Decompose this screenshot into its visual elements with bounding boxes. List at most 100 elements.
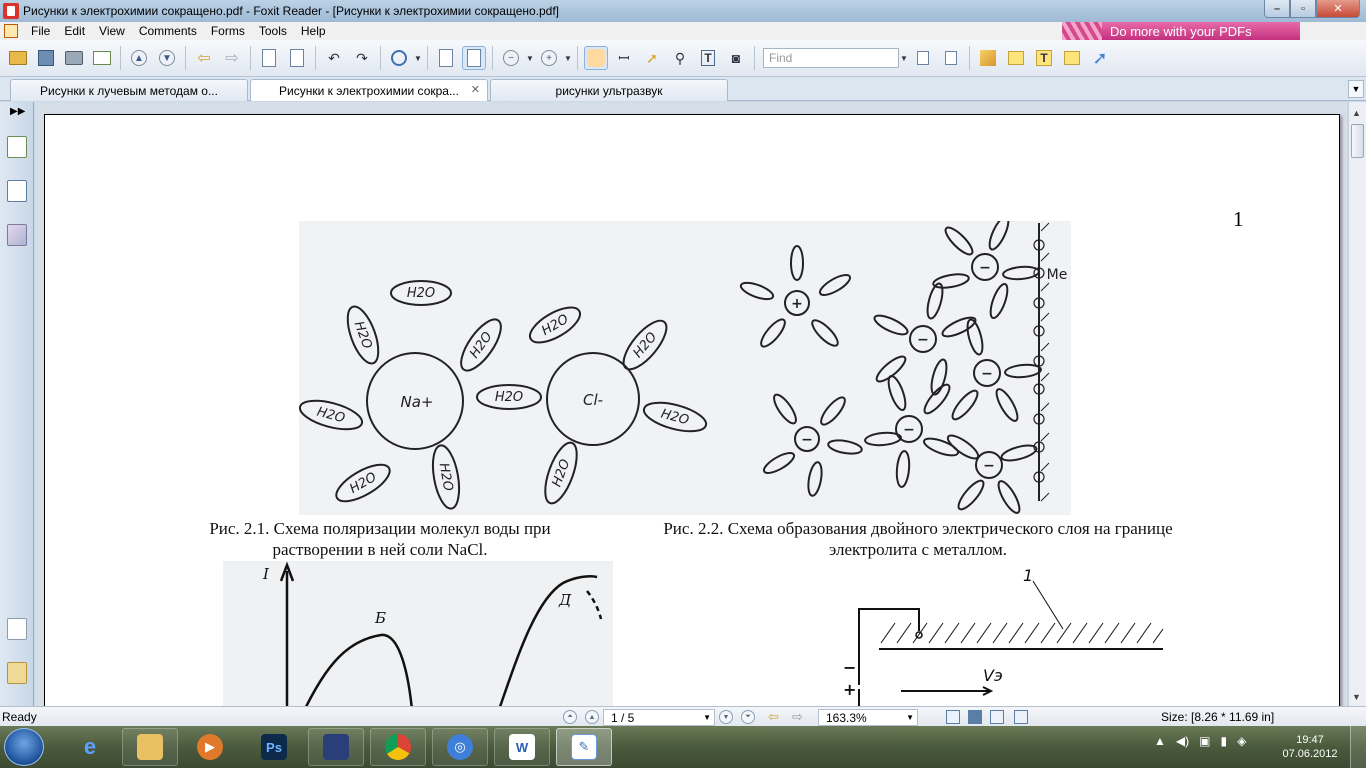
foxit-reader-icon[interactable]: ✎ bbox=[556, 728, 612, 766]
facing-layout-icon[interactable] bbox=[990, 710, 1004, 724]
snapshot-icon[interactable]: ◙ bbox=[724, 46, 748, 70]
fit-width-icon[interactable] bbox=[462, 46, 486, 70]
layers-icon[interactable] bbox=[7, 224, 27, 246]
tab-close-icon[interactable]: ✕ bbox=[471, 83, 480, 96]
forward-icon[interactable]: ⇨ bbox=[220, 46, 244, 70]
scroll-up-icon[interactable]: ▲ bbox=[1352, 108, 1361, 118]
next-view-icon[interactable]: ⇨ bbox=[792, 709, 803, 725]
pages-icon[interactable] bbox=[7, 180, 27, 202]
promo-banner[interactable]: Do more with your PDFs bbox=[1062, 22, 1300, 40]
menu-help[interactable]: Help bbox=[294, 24, 333, 38]
photoshop-label: Ps bbox=[261, 734, 287, 760]
component-number-label: 1 bbox=[1023, 566, 1033, 585]
zoom-dropdown-icon[interactable]: ▼ bbox=[413, 46, 423, 70]
scroll-down-icon[interactable]: ▼ bbox=[1352, 692, 1361, 702]
tab-ultrasound[interactable]: рисунки ультразвук bbox=[490, 79, 728, 101]
print-icon[interactable] bbox=[62, 46, 86, 70]
document-view[interactable]: 1 H2O H2O H2O H2O H2O H2O H2O H2O H2O H2… bbox=[35, 102, 1347, 706]
continuous-layout-icon[interactable] bbox=[968, 710, 982, 724]
start-button[interactable] bbox=[4, 728, 44, 766]
insert-page-icon[interactable] bbox=[285, 46, 309, 70]
save-icon[interactable] bbox=[34, 46, 58, 70]
arrow-tool-icon[interactable]: ➚ bbox=[1088, 46, 1112, 70]
back-icon[interactable]: ⇦ bbox=[192, 46, 216, 70]
menu-forms[interactable]: Forms bbox=[204, 24, 252, 38]
anion-sign: − bbox=[903, 422, 915, 438]
find-input[interactable]: Find bbox=[763, 48, 899, 68]
expand-panel-icon[interactable]: ▶▶ bbox=[10, 106, 25, 117]
select-annotation-icon[interactable]: ➚ bbox=[640, 46, 664, 70]
zoom-level-input[interactable]: 163.3% ▼ bbox=[818, 709, 918, 726]
minimize-button[interactable]: – bbox=[1264, 0, 1290, 18]
next-page-status-icon[interactable]: ▼ bbox=[719, 710, 733, 724]
volume-icon[interactable]: ◀) bbox=[1176, 734, 1189, 748]
photoshop-icon[interactable]: Ps bbox=[246, 728, 302, 766]
tab-ray-methods[interactable]: Рисунки к лучевым методам о... bbox=[10, 79, 248, 101]
next-page-icon[interactable]: ▼ bbox=[155, 46, 179, 70]
file-explorer-icon[interactable] bbox=[122, 728, 178, 766]
first-page-icon[interactable]: ⏶ bbox=[563, 710, 577, 724]
redo-icon[interactable]: ↷ bbox=[350, 46, 374, 70]
previous-page-icon[interactable]: ▲ bbox=[127, 46, 151, 70]
find-next-icon[interactable] bbox=[939, 46, 963, 70]
power-icon[interactable]: ▮ bbox=[1220, 734, 1227, 748]
close-button[interactable]: ✕ bbox=[1316, 0, 1360, 18]
menu-edit[interactable]: Edit bbox=[57, 24, 92, 38]
zoom-in-icon[interactable] bbox=[387, 46, 411, 70]
zoom-dropdown-icon[interactable]: ▼ bbox=[906, 713, 914, 722]
network-app-icon[interactable]: ◎ bbox=[432, 728, 488, 766]
attachments-icon[interactable] bbox=[7, 662, 27, 684]
open-icon[interactable] bbox=[6, 46, 30, 70]
internet-explorer-icon[interactable]: e bbox=[62, 728, 118, 766]
vertical-scrollbar[interactable]: ▲ ▼ bbox=[1348, 102, 1366, 706]
show-desktop-button[interactable] bbox=[1350, 726, 1366, 768]
menu-file[interactable]: File bbox=[24, 24, 57, 38]
media-player-icon[interactable]: ▶ bbox=[182, 728, 238, 766]
zoom-plus-icon[interactable]: + bbox=[537, 46, 561, 70]
find-icon[interactable]: ⚲ bbox=[668, 46, 692, 70]
foxit-app-icon[interactable] bbox=[3, 3, 19, 19]
menu-tools[interactable]: Tools bbox=[252, 24, 294, 38]
floppy-save-icon[interactable] bbox=[308, 728, 364, 766]
page-number-input[interactable]: 1 / 5 ▼ bbox=[603, 709, 715, 726]
scroll-thumb[interactable] bbox=[1351, 124, 1364, 158]
hand-tool-icon[interactable] bbox=[584, 46, 608, 70]
language-icon[interactable]: ◈ bbox=[1237, 734, 1246, 748]
find-previous-icon[interactable] bbox=[911, 46, 935, 70]
last-page-icon[interactable]: ⏷ bbox=[741, 710, 755, 724]
tab-electrochemistry[interactable]: Рисунки к электрохимии сокра... ✕ bbox=[250, 79, 488, 101]
note-icon[interactable] bbox=[1060, 46, 1084, 70]
previous-page-status-icon[interactable]: ▲ bbox=[585, 710, 599, 724]
single-page-layout-icon[interactable] bbox=[946, 710, 960, 724]
typewriter-icon[interactable]: T bbox=[696, 46, 720, 70]
wire-line bbox=[858, 608, 920, 685]
continuous-facing-layout-icon[interactable] bbox=[1014, 710, 1028, 724]
zoom-out-dropdown-icon[interactable]: ▼ bbox=[525, 46, 535, 70]
show-hidden-icons-icon[interactable]: ▲ bbox=[1154, 734, 1166, 748]
find-dropdown-icon[interactable]: ▼ bbox=[899, 46, 909, 70]
document-icon[interactable] bbox=[4, 24, 18, 38]
previous-view-icon[interactable]: ⇦ bbox=[768, 709, 779, 725]
system-clock[interactable]: 19:47 07.06.2012 bbox=[1282, 733, 1338, 761]
maximize-button[interactable]: ▫ bbox=[1290, 0, 1316, 18]
extract-page-icon[interactable] bbox=[257, 46, 281, 70]
bookmarks-icon[interactable] bbox=[7, 136, 27, 158]
pen-tool-icon[interactable] bbox=[976, 46, 1000, 70]
zoom-out-icon[interactable]: − bbox=[499, 46, 523, 70]
undo-icon[interactable]: ↶ bbox=[322, 46, 346, 70]
network-status-icon[interactable]: ▣ bbox=[1199, 734, 1210, 748]
menu-comments[interactable]: Comments bbox=[132, 24, 204, 38]
chrome-icon[interactable] bbox=[370, 728, 426, 766]
highlight-icon[interactable] bbox=[1004, 46, 1028, 70]
page-dropdown-icon[interactable]: ▼ bbox=[703, 713, 711, 722]
text-box-icon[interactable]: T bbox=[1032, 46, 1056, 70]
tab-list-dropdown-icon[interactable]: ▼ bbox=[1348, 80, 1364, 98]
select-text-icon[interactable]: ꟷ bbox=[612, 46, 636, 70]
email-icon[interactable] bbox=[90, 46, 114, 70]
menu-view[interactable]: View bbox=[92, 24, 132, 38]
word-icon[interactable]: W bbox=[494, 728, 550, 766]
comments-icon[interactable] bbox=[7, 618, 27, 640]
tab-label: Рисунки к электрохимии сокра... bbox=[279, 83, 459, 98]
zoom-plus-dropdown-icon[interactable]: ▼ bbox=[563, 46, 573, 70]
fit-page-icon[interactable] bbox=[434, 46, 458, 70]
